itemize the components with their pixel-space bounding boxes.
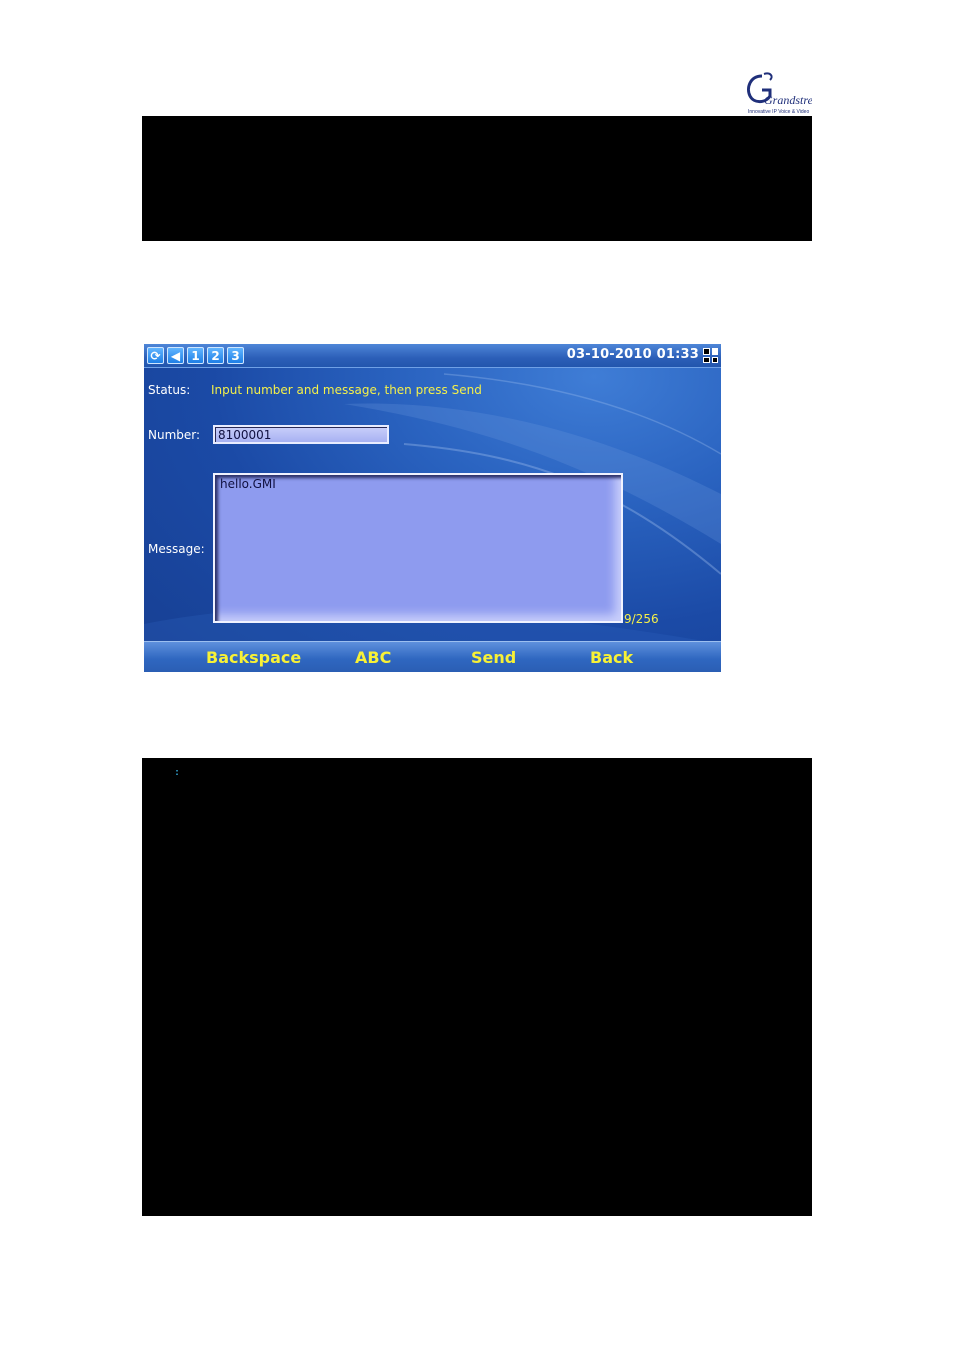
menu-grid-icon[interactable] xyxy=(703,348,718,363)
colon-marker: : xyxy=(174,767,181,778)
black-image-bottom: : xyxy=(142,758,812,1216)
speaker-icon: ◀ xyxy=(167,347,184,364)
status-bar: ⟳ ◀ 1 2 3 03-10-2010 01:33 xyxy=(144,344,721,368)
sms-compose-screen: ⟳ ◀ 1 2 3 03-10-2010 01:33 Status: Input… xyxy=(144,344,721,672)
number-input[interactable]: 8100001 xyxy=(213,425,389,444)
number-label: Number: xyxy=(148,428,201,442)
status-label: Status: xyxy=(148,383,191,397)
send-softkey[interactable]: Send xyxy=(471,648,516,667)
grandstream-logo-icon: Grandstream Innovative IP Voice & Video xyxy=(747,72,812,115)
abc-softkey[interactable]: ABC xyxy=(355,648,391,667)
line-2-icon: 2 xyxy=(207,347,224,364)
backspace-softkey[interactable]: Backspace xyxy=(206,648,301,667)
grandstream-logo: Grandstream Innovative IP Voice & Video xyxy=(740,70,812,116)
line-3-icon: 3 xyxy=(227,347,244,364)
sync-icon: ⟳ xyxy=(147,347,164,364)
softkey-bar: Backspace ABC Send Back xyxy=(144,641,721,672)
status-icons: ⟳ ◀ 1 2 3 xyxy=(147,347,244,364)
char-counter: 9/256 xyxy=(624,612,659,626)
logo-wordmark: Grandstream xyxy=(764,93,812,107)
logo-tagline: Innovative IP Voice & Video xyxy=(748,109,809,115)
message-textarea[interactable]: hello.GMI xyxy=(213,473,623,623)
message-label: Message: xyxy=(148,542,205,556)
black-image-top xyxy=(142,116,812,241)
line-1-icon: 1 xyxy=(187,347,204,364)
back-softkey[interactable]: Back xyxy=(590,648,633,667)
status-text: Input number and message, then press Sen… xyxy=(211,383,482,397)
date-time: 03-10-2010 01:33 xyxy=(566,347,699,362)
